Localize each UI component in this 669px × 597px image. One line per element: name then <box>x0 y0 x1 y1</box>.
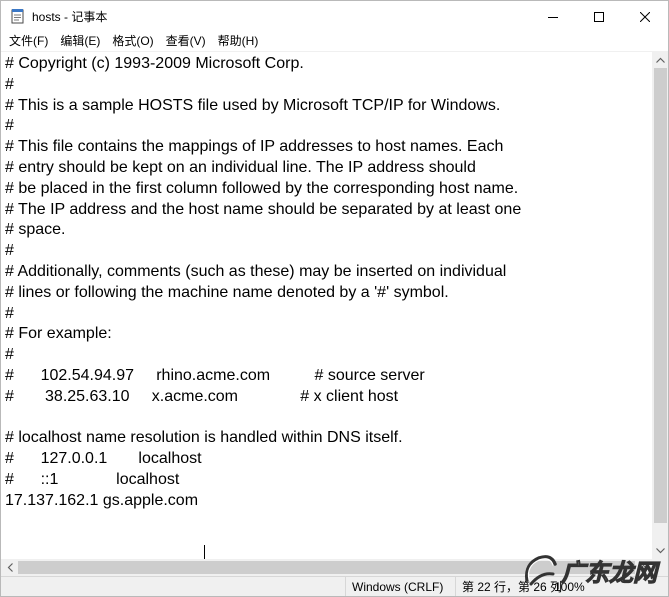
scroll-left-button[interactable] <box>1 559 18 576</box>
vertical-scroll-thumb[interactable] <box>654 68 667 523</box>
notepad-icon <box>11 9 24 24</box>
scrollbar-corner <box>652 559 668 576</box>
editor-text[interactable]: # Copyright (c) 1993-2009 Microsoft Corp… <box>5 54 521 512</box>
chevron-up-icon <box>656 57 665 63</box>
close-icon <box>640 11 650 22</box>
scroll-right-button[interactable] <box>635 559 652 576</box>
chevron-down-icon <box>656 547 665 553</box>
scroll-down-button[interactable] <box>652 542 668 559</box>
menu-view[interactable]: 查看(V) <box>160 32 212 51</box>
close-button[interactable] <box>622 1 668 32</box>
maximize-icon <box>594 11 604 22</box>
notepad-window: hosts - 记事本 文件(F) 编辑(E) 格式(O) 查看(V) 帮助(H… <box>0 0 669 597</box>
status-encoding: Windows (CRLF) <box>345 577 455 596</box>
minimize-button[interactable] <box>530 1 576 32</box>
window-title: hosts - 记事本 <box>32 10 108 24</box>
menu-file[interactable]: 文件(F) <box>3 32 54 51</box>
title-bar[interactable]: hosts - 记事本 <box>1 1 668 32</box>
chevron-right-icon <box>640 563 646 572</box>
menu-help[interactable]: 帮助(H) <box>212 32 265 51</box>
horizontal-scrollbar[interactable] <box>1 559 652 576</box>
maximize-button[interactable] <box>576 1 622 32</box>
menu-bar: 文件(F) 编辑(E) 格式(O) 查看(V) 帮助(H) <box>1 32 668 51</box>
minimize-icon <box>548 16 558 18</box>
status-cursor-position: 第 22 行，第 26 列 <box>455 577 562 596</box>
menu-format[interactable]: 格式(O) <box>106 32 159 51</box>
scroll-up-button[interactable] <box>652 51 668 68</box>
text-caret <box>204 545 205 559</box>
chevron-left-icon <box>7 563 13 572</box>
status-bar: Windows (CRLF) 第 22 行，第 26 列 100% <box>1 576 668 596</box>
text-editor[interactable]: # Copyright (c) 1993-2009 Microsoft Corp… <box>1 51 652 559</box>
menu-edit[interactable]: 编辑(E) <box>54 32 106 51</box>
vertical-scrollbar[interactable] <box>652 51 668 559</box>
status-zoom: 100% <box>554 580 585 594</box>
horizontal-scroll-thumb[interactable] <box>18 561 635 574</box>
